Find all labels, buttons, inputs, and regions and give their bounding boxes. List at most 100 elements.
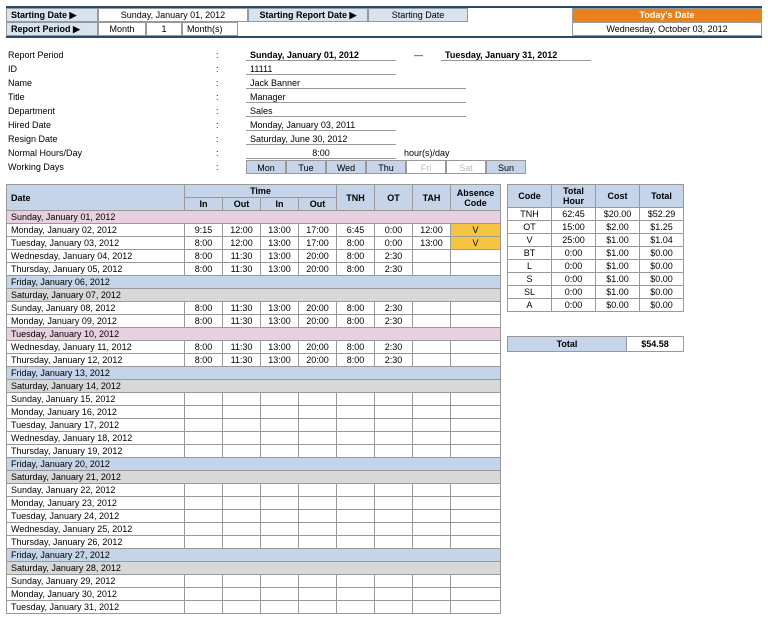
cell-tnh[interactable] bbox=[337, 406, 375, 419]
cell-in2[interactable] bbox=[261, 575, 299, 588]
cell-in1[interactable] bbox=[185, 497, 223, 510]
cell-out1[interactable] bbox=[223, 406, 261, 419]
cell-out2[interactable]: 17:00 bbox=[299, 224, 337, 237]
cell-tah[interactable]: 13:00 bbox=[413, 237, 451, 250]
cell-tnh[interactable]: 8:00 bbox=[337, 302, 375, 315]
cell-out1[interactable]: 11:30 bbox=[223, 250, 261, 263]
cell-in2[interactable] bbox=[261, 523, 299, 536]
cell-out2[interactable]: 20:00 bbox=[299, 250, 337, 263]
cell-in2[interactable] bbox=[261, 406, 299, 419]
cell-abs[interactable] bbox=[451, 588, 501, 601]
cell-ot[interactable] bbox=[375, 484, 413, 497]
cell-abs[interactable] bbox=[451, 354, 501, 367]
cell-abs[interactable] bbox=[451, 575, 501, 588]
cell-tnh[interactable] bbox=[337, 510, 375, 523]
cell-date[interactable]: Wednesday, January 11, 2012 bbox=[7, 341, 185, 354]
cell-tah[interactable] bbox=[413, 302, 451, 315]
cell-out2[interactable] bbox=[299, 588, 337, 601]
cell-tah[interactable] bbox=[413, 588, 451, 601]
cell-in1[interactable] bbox=[185, 419, 223, 432]
cell-ot[interactable] bbox=[375, 510, 413, 523]
cell-tnh[interactable]: 8:00 bbox=[337, 237, 375, 250]
cell-in2[interactable]: 13:00 bbox=[261, 315, 299, 328]
cell-tnh[interactable]: 8:00 bbox=[337, 341, 375, 354]
cell-tah[interactable]: 12:00 bbox=[413, 224, 451, 237]
cell-ot[interactable]: 2:30 bbox=[375, 341, 413, 354]
cell-in1[interactable]: 8:00 bbox=[185, 315, 223, 328]
cell-date[interactable]: Tuesday, January 03, 2012 bbox=[7, 237, 185, 250]
cell-tnh[interactable]: 8:00 bbox=[337, 250, 375, 263]
cell-in1[interactable]: 8:00 bbox=[185, 354, 223, 367]
cell-abs[interactable] bbox=[451, 263, 501, 276]
cell-date[interactable]: Sunday, January 15, 2012 bbox=[7, 393, 185, 406]
cell-abs[interactable] bbox=[451, 510, 501, 523]
cell-in2[interactable]: 13:00 bbox=[261, 250, 299, 263]
cell-out2[interactable] bbox=[299, 601, 337, 614]
cell-in1[interactable] bbox=[185, 406, 223, 419]
cell-in1[interactable]: 8:00 bbox=[185, 263, 223, 276]
cell-in1[interactable]: 8:00 bbox=[185, 341, 223, 354]
cell-tah[interactable] bbox=[413, 393, 451, 406]
cell-tnh[interactable] bbox=[337, 419, 375, 432]
cell-in2[interactable] bbox=[261, 445, 299, 458]
cell-out2[interactable]: 20:00 bbox=[299, 315, 337, 328]
cell-tah[interactable] bbox=[413, 250, 451, 263]
cell-tnh[interactable] bbox=[337, 575, 375, 588]
cell-tah[interactable] bbox=[413, 432, 451, 445]
cell-tnh[interactable] bbox=[337, 588, 375, 601]
cell-ot[interactable] bbox=[375, 393, 413, 406]
cell-in2[interactable] bbox=[261, 419, 299, 432]
cell-in1[interactable] bbox=[185, 575, 223, 588]
cell-in2[interactable]: 13:00 bbox=[261, 224, 299, 237]
cell-tah[interactable] bbox=[413, 523, 451, 536]
cell-tnh[interactable]: 8:00 bbox=[337, 263, 375, 276]
cell-in1[interactable]: 8:00 bbox=[185, 250, 223, 263]
cell-out2[interactable] bbox=[299, 484, 337, 497]
cell-ot[interactable]: 2:30 bbox=[375, 302, 413, 315]
cell-abs[interactable]: V bbox=[451, 224, 501, 237]
cell-in2[interactable] bbox=[261, 497, 299, 510]
cell-abs[interactable] bbox=[451, 432, 501, 445]
cell-in1[interactable]: 9:15 bbox=[185, 224, 223, 237]
cell-date[interactable]: Thursday, January 12, 2012 bbox=[7, 354, 185, 367]
cell-out1[interactable] bbox=[223, 497, 261, 510]
cell-date[interactable]: Wednesday, January 18, 2012 bbox=[7, 432, 185, 445]
cell-tah[interactable] bbox=[413, 484, 451, 497]
cell-tnh[interactable] bbox=[337, 523, 375, 536]
starting-date-value[interactable]: Sunday, January 01, 2012 bbox=[98, 8, 248, 22]
cell-in2[interactable]: 13:00 bbox=[261, 341, 299, 354]
cell-date[interactable]: Monday, January 23, 2012 bbox=[7, 497, 185, 510]
cell-tnh[interactable] bbox=[337, 393, 375, 406]
cell-in2[interactable] bbox=[261, 484, 299, 497]
cell-ot[interactable]: 2:30 bbox=[375, 315, 413, 328]
cell-ot[interactable] bbox=[375, 601, 413, 614]
cell-in1[interactable] bbox=[185, 601, 223, 614]
cell-out1[interactable] bbox=[223, 536, 261, 549]
cell-in1[interactable] bbox=[185, 536, 223, 549]
cell-out1[interactable]: 11:30 bbox=[223, 315, 261, 328]
cell-abs[interactable] bbox=[451, 341, 501, 354]
cell-in1[interactable]: 8:00 bbox=[185, 237, 223, 250]
cell-tah[interactable] bbox=[413, 497, 451, 510]
cell-out2[interactable] bbox=[299, 393, 337, 406]
cell-out1[interactable] bbox=[223, 419, 261, 432]
cell-ot[interactable] bbox=[375, 575, 413, 588]
cell-out2[interactable] bbox=[299, 523, 337, 536]
cell-in1[interactable] bbox=[185, 510, 223, 523]
cell-date[interactable]: Sunday, January 08, 2012 bbox=[7, 302, 185, 315]
cell-date[interactable]: Sunday, January 29, 2012 bbox=[7, 575, 185, 588]
cell-abs[interactable] bbox=[451, 393, 501, 406]
cell-tah[interactable] bbox=[413, 315, 451, 328]
cell-abs[interactable] bbox=[451, 419, 501, 432]
cell-ot[interactable] bbox=[375, 406, 413, 419]
cell-ot[interactable] bbox=[375, 536, 413, 549]
cell-in1[interactable] bbox=[185, 432, 223, 445]
cell-ot[interactable] bbox=[375, 523, 413, 536]
cell-abs[interactable] bbox=[451, 484, 501, 497]
cell-tah[interactable] bbox=[413, 536, 451, 549]
cell-out2[interactable] bbox=[299, 497, 337, 510]
cell-in2[interactable]: 13:00 bbox=[261, 354, 299, 367]
cell-date[interactable]: Tuesday, January 24, 2012 bbox=[7, 510, 185, 523]
cell-date[interactable]: Monday, January 30, 2012 bbox=[7, 588, 185, 601]
cell-out2[interactable] bbox=[299, 432, 337, 445]
